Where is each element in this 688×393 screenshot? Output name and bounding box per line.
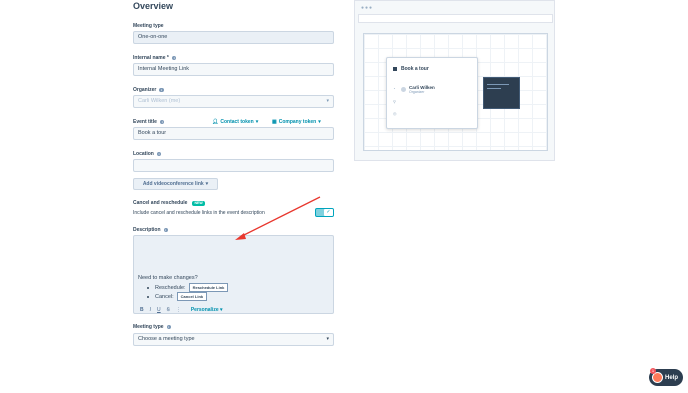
preview-url-bar <box>358 14 553 23</box>
bullet <box>147 286 149 289</box>
organizer-text: Carli Wilken Organizer <box>409 85 435 94</box>
cancel-reschedule-label: Cancel and reschedule NEW <box>133 200 205 206</box>
meeting-type-label: Meeting type <box>133 23 164 29</box>
meeting-type-label-2: Meeting type i <box>133 324 172 330</box>
help-badge: 1 <box>650 368 656 374</box>
internal-name-value: Internal Meeting Link <box>138 66 190 72</box>
company-token-button[interactable]: ▦ Company token ▾ <box>272 119 321 125</box>
reschedule-label: Reschedule: <box>155 284 186 291</box>
info-icon[interactable]: i <box>159 87 164 93</box>
person-icon: 👤︎ <box>212 119 219 125</box>
location-label-text: Location <box>133 151 154 157</box>
preview-line <box>487 84 509 85</box>
avatar <box>401 87 406 92</box>
bold-icon[interactable]: B <box>140 307 144 313</box>
organizer-label: Organizer i <box>133 87 164 93</box>
info-icon[interactable]: i <box>171 55 177 61</box>
cancel-row: Cancel: Cancel Link <box>147 292 208 301</box>
personalize-label: Personalize <box>190 307 219 313</box>
page-heading: Overview <box>133 1 174 11</box>
meeting-type-select[interactable]: Choose a meeting type ▾ <box>133 333 334 346</box>
organizer-role: Organizer <box>409 90 425 94</box>
info-icon[interactable]: i <box>159 119 165 125</box>
info-icon[interactable]: i <box>156 151 162 157</box>
internal-name-label-text: Internal name * <box>133 55 169 61</box>
meeting-type-label-text: Meeting type <box>133 23 164 29</box>
company-token-label: Company token <box>278 119 317 125</box>
info-icon[interactable]: i <box>163 227 169 233</box>
chevron-down-icon: ▾ <box>326 336 329 342</box>
meeting-type-value: One-on-one <box>138 34 168 40</box>
meeting-preview: ●●● Book a tour ◔ Carli Wilken Organizer… <box>354 0 555 161</box>
chevron-down-icon: ▾ <box>255 119 259 125</box>
description-text: Need to make changes? <box>138 275 198 281</box>
meeting-type-placeholder: Choose a meeting type <box>138 336 195 342</box>
cancel-reschedule-toggle[interactable]: ✓ <box>315 208 334 217</box>
personalize-button[interactable]: Personalize ▾ <box>191 307 223 313</box>
preview-card-title: Book a tour <box>393 66 429 72</box>
help-label: Help <box>664 374 678 381</box>
check-icon: ✓ <box>324 209 333 216</box>
reschedule-link-chip[interactable]: Reschedule Link <box>188 283 229 292</box>
arrow-line <box>239 196 321 238</box>
description-label-text: Description <box>133 227 161 233</box>
internal-name-input[interactable]: Internal Meeting Link <box>133 63 334 76</box>
contact-token-button[interactable]: 👤︎ Contact token ▾ <box>212 119 258 125</box>
contact-token-label: Contact token <box>220 119 254 125</box>
preview-organizer: Carli Wilken Organizer <box>401 85 435 94</box>
event-title-input[interactable]: Book a tour <box>133 127 334 140</box>
location-input[interactable] <box>133 159 334 172</box>
cancel-reschedule-help: Include cancel and reschedule links in t… <box>133 210 265 216</box>
preview-card-title-text: Book a tour <box>401 66 429 72</box>
info-icon[interactable]: i <box>166 324 172 330</box>
underline-icon[interactable]: U <box>157 307 161 313</box>
event-title-label-text: Event title <box>133 119 157 125</box>
strikethrough-icon[interactable]: Ꞩ <box>167 307 170 313</box>
window-dots-icon: ●●● <box>361 5 374 11</box>
preview-dark-block <box>483 77 520 109</box>
rich-text-toolbar: B I U Ꞩ ⋮ Personalize ▾ <box>140 307 223 313</box>
italic-icon[interactable]: I <box>150 307 151 313</box>
organizer-label-text: Organizer <box>133 87 157 93</box>
building-icon: ▦ <box>272 119 277 125</box>
event-color-icon <box>393 67 397 71</box>
meeting-type-label-2-text: Meeting type <box>133 324 164 330</box>
add-videoconference-button[interactable]: Add videoconference link ▾ <box>133 178 218 190</box>
cancel-label: Cancel: <box>155 293 174 300</box>
annotation-arrow <box>235 196 321 240</box>
location-label: Location i <box>133 151 162 157</box>
preview-event-card: Book a tour ◔ Carli Wilken Organizer ⚲ ◎ <box>386 57 478 129</box>
video-icon: ◎ <box>393 111 397 116</box>
description-label: Description i <box>133 227 169 233</box>
preview-calendar: Book a tour ◔ Carli Wilken Organizer ⚲ ◎ <box>363 33 548 151</box>
description-editor[interactable]: Need to make changes? Reschedule: Resched… <box>133 235 334 314</box>
more-icon[interactable]: ⋮ <box>176 307 181 313</box>
chevron-down-icon: ▾ <box>318 119 321 125</box>
reschedule-row: Reschedule: Reschedule Link <box>147 283 229 292</box>
organizer-value: Carli Wilken (me) <box>138 98 181 104</box>
location-pin-icon: ⚲ <box>393 99 396 104</box>
cancel-link-chip[interactable]: Cancel Link <box>176 292 208 301</box>
meeting-type-field[interactable]: One-on-one <box>133 31 334 44</box>
bullet <box>147 295 149 298</box>
chevron-down-icon: ▾ <box>326 98 329 104</box>
organizer-select: Carli Wilken (me) ▾ <box>133 95 334 108</box>
event-title-label: Event title i <box>133 119 165 125</box>
clock-icon: ◔ <box>393 86 396 91</box>
cancel-reschedule-label-text: Cancel and reschedule <box>133 200 188 206</box>
new-badge: NEW <box>192 200 205 206</box>
chevron-down-icon: ▾ <box>205 181 209 187</box>
event-title-value: Book a tour <box>138 130 167 136</box>
internal-name-label: Internal name * i <box>133 55 177 61</box>
add-videoconference-label: Add videoconference link <box>142 181 204 187</box>
preview-line <box>487 88 501 89</box>
